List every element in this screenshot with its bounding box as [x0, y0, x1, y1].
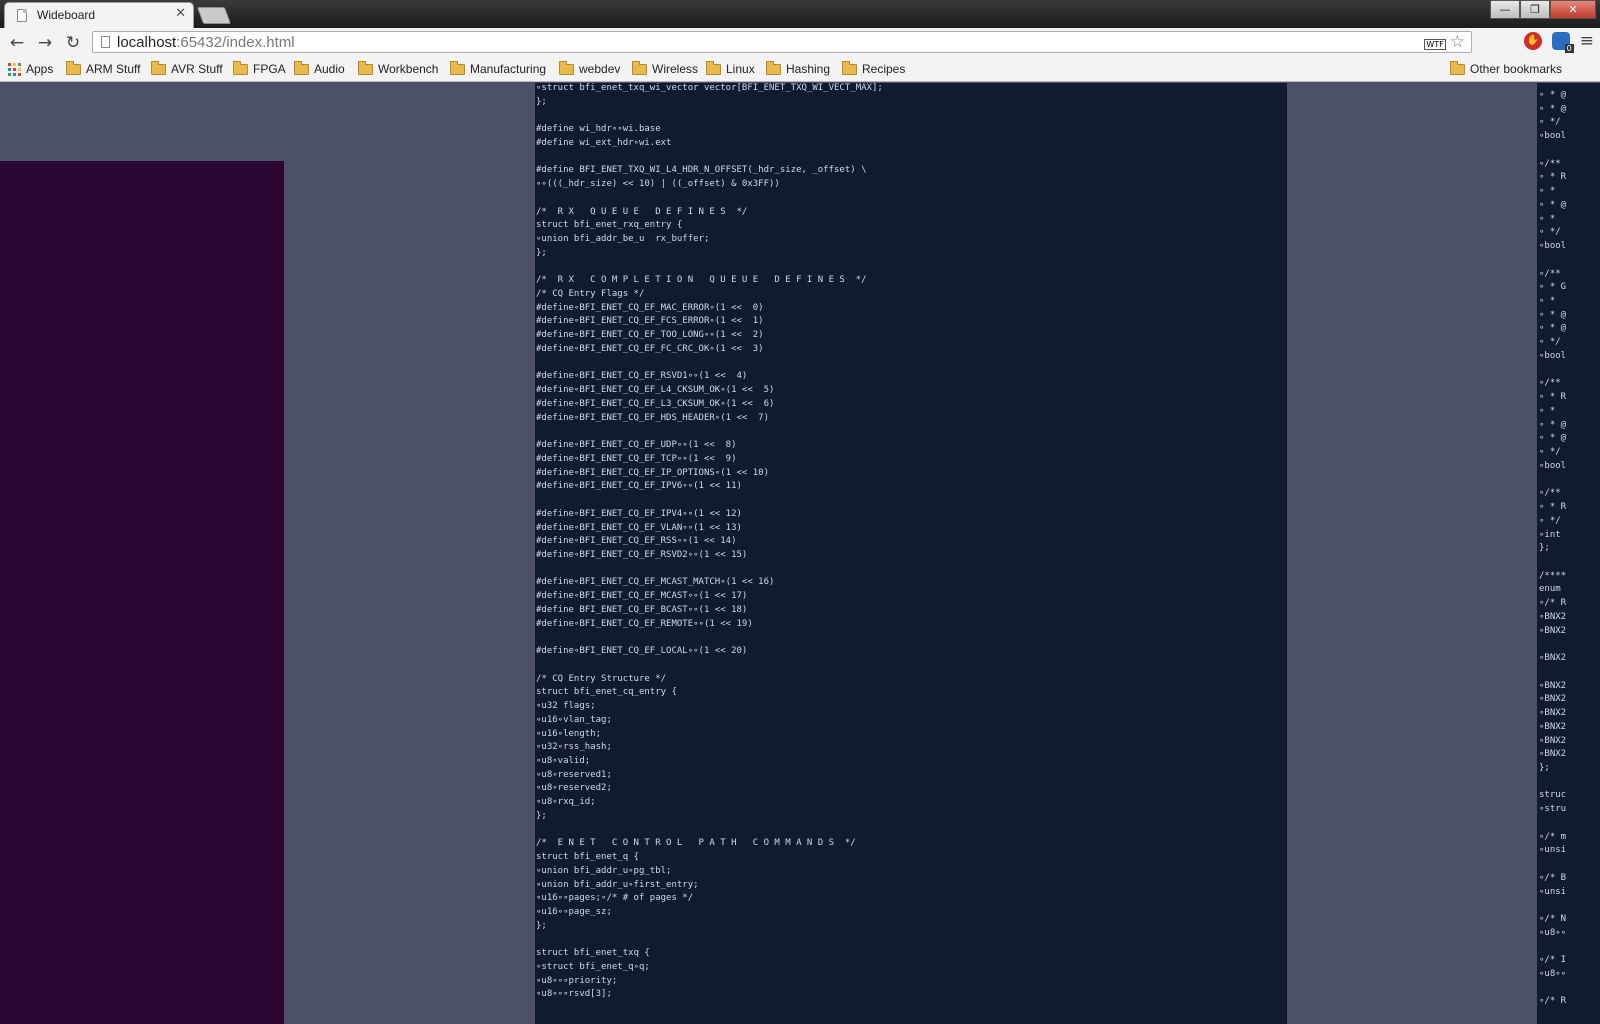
bookmark-label: Hashing	[786, 62, 831, 76]
folder-icon	[66, 60, 81, 75]
folder-icon	[358, 60, 373, 75]
folder-icon	[559, 60, 574, 75]
omnibox-actions: WTF ☆	[1424, 34, 1465, 51]
bookmark-label: Wireless	[652, 62, 699, 76]
bookmark-label: AVR Stuff	[171, 62, 223, 76]
bookmark-webdev[interactable]: webdev	[559, 60, 621, 76]
extension-badge: 0	[1564, 44, 1574, 53]
bookmark-hashing[interactable]: Hashing	[766, 60, 831, 76]
folder-icon	[632, 60, 647, 75]
url-text[interactable]: localhost:65432/index.html	[117, 34, 295, 51]
bookmark-linux[interactable]: Linux	[706, 60, 755, 76]
window-controls: — ❐ ✕	[1490, 0, 1596, 19]
tab-title: Wideboard	[37, 8, 96, 22]
folder-icon	[233, 60, 248, 75]
code-text-side: ∘ * @ ∘ * @ ∘ */ ∘bool ∘/** ∘ * R ∘ * ∘ …	[1539, 90, 1567, 1007]
folder-icon	[842, 60, 857, 75]
bookmark-label: ARM Stuff	[86, 62, 141, 76]
back-button[interactable]: ←	[6, 32, 28, 54]
maximize-button[interactable]: ❐	[1520, 0, 1550, 19]
page-info-icon[interactable]	[101, 36, 110, 48]
adblock-icon[interactable]: ✋	[1523, 32, 1542, 50]
window-titlebar: Wideboard ✕ — ❐ ✕	[0, 0, 1600, 28]
code-text: ∘struct bfi_enet_txq_wi_vector vector[BF…	[536, 83, 883, 1000]
folder-icon	[706, 60, 721, 75]
other-bookmarks[interactable]: Other bookmarks	[1450, 60, 1563, 76]
browser-tab[interactable]: Wideboard ✕	[4, 2, 194, 28]
purple-canvas-panel[interactable]	[0, 161, 284, 1024]
wtf-extension-icon[interactable]: WTF	[1424, 39, 1446, 50]
url-path: :65432/index.html	[176, 34, 295, 51]
new-tab-button[interactable]	[196, 7, 232, 24]
bookmarks-bar: Apps ARM Stuff AVR Stuff FPGA Audio Work…	[0, 58, 1600, 82]
reload-button[interactable]: ↻	[62, 32, 84, 54]
bookmark-label: Recipes	[862, 62, 906, 76]
bookmark-label: FPGA	[253, 62, 286, 76]
address-bar[interactable]: localhost:65432/index.html WTF ☆	[92, 31, 1472, 53]
bookmark-apps[interactable]: Apps	[8, 62, 53, 76]
ghostery-icon[interactable]: 0	[1551, 32, 1574, 53]
page-content[interactable]: ∘struct bfi_enet_txq_wi_vector vector[BF…	[0, 83, 1600, 1024]
bookmark-workbench[interactable]: Workbench	[358, 60, 439, 76]
other-bookmarks-label: Other bookmarks	[1470, 62, 1563, 76]
folder-icon	[294, 60, 309, 75]
code-panel-right[interactable]: ∘ * @ ∘ * @ ∘ */ ∘bool ∘/** ∘ * R ∘ * ∘ …	[1537, 83, 1600, 1024]
close-window-button[interactable]: ✕	[1550, 0, 1596, 19]
extension-icons: ✋ 0 ≡	[1523, 31, 1594, 53]
bookmark-wireless[interactable]: Wireless	[632, 60, 699, 76]
menu-icon[interactable]: ≡	[1580, 31, 1594, 51]
folder-icon	[151, 60, 166, 75]
folder-icon	[1450, 60, 1465, 75]
folder-icon	[766, 60, 781, 75]
bookmark-label: webdev	[579, 62, 621, 76]
bookmark-star-icon[interactable]: ☆	[1450, 34, 1465, 51]
bookmark-label: Workbench	[378, 62, 439, 76]
bookmark-audio[interactable]: Audio	[294, 60, 345, 76]
bookmark-label: Linux	[726, 62, 755, 76]
bookmark-fpga[interactable]: FPGA	[233, 60, 286, 76]
page-icon	[17, 9, 27, 22]
folder-icon	[450, 60, 465, 75]
bookmark-label: Manufacturing	[470, 62, 547, 76]
bookmark-label: Audio	[314, 62, 345, 76]
url-host: localhost	[117, 34, 177, 51]
browser-toolbar: ← → ↻ localhost:65432/index.html WTF ☆ ✋…	[0, 28, 1600, 58]
forward-button[interactable]: →	[34, 32, 56, 54]
bookmark-manufacturing[interactable]: Manufacturing	[450, 60, 547, 76]
bookmark-label: Apps	[26, 62, 54, 76]
minimize-button[interactable]: —	[1490, 0, 1520, 19]
apps-grid-icon	[8, 62, 21, 76]
tab-close-icon[interactable]: ✕	[175, 6, 186, 21]
bookmark-arm-stuff[interactable]: ARM Stuff	[66, 60, 141, 76]
code-panel[interactable]: ∘struct bfi_enet_txq_wi_vector vector[BF…	[535, 83, 1287, 1024]
bookmark-avr-stuff[interactable]: AVR Stuff	[151, 60, 223, 76]
bookmark-recipes[interactable]: Recipes	[842, 60, 906, 76]
